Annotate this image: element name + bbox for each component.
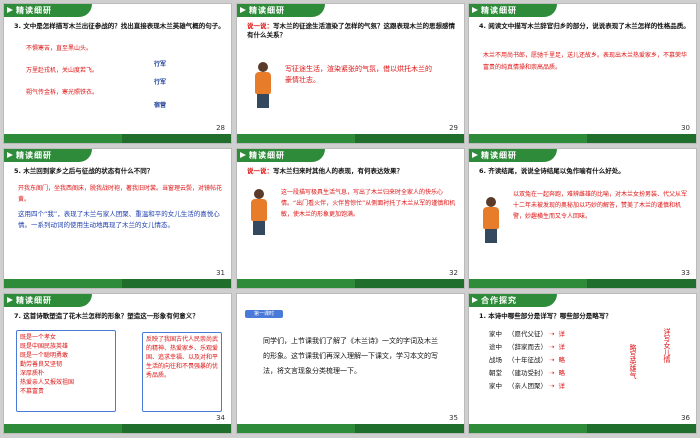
- arrow-result: 详: [558, 343, 566, 351]
- footer-bar: [469, 424, 696, 433]
- table-row: 战场 （十年征战） ⇢ 略: [489, 354, 619, 367]
- slide-33[interactable]: 精读细研 6. 齐读结尾，说说全诗结尾以兔作喻有什么好处。 以双兔在一起奔跑，难…: [468, 148, 697, 289]
- footer-bar: [4, 424, 231, 433]
- row-cell: 家中: [489, 330, 502, 338]
- page-number: 30: [681, 124, 690, 132]
- page-number: 36: [681, 414, 690, 422]
- arrow-result: 略: [558, 356, 566, 364]
- footer-bar: [469, 134, 696, 143]
- table-row: 途中 （辞家而去） ⇢ 详: [489, 341, 619, 354]
- slide-32[interactable]: 精读细研 说一说：写木兰归来时其他人的表现，有何表达效果？ 这一段描写极具生活气…: [236, 148, 465, 289]
- row-cell: （辞家而去）: [508, 343, 547, 351]
- footer-bar: [237, 424, 464, 433]
- teacher-figure: [245, 189, 273, 235]
- side-label: 详写女儿情: [663, 328, 671, 363]
- label-tag: 宿营: [154, 102, 167, 109]
- answer-text: 这一段描写极具生活气息，写出了木兰归来时全家人的快乐心情。“出门看火伴，火伴皆惊…: [281, 189, 456, 218]
- arrow-icon: [240, 7, 246, 13]
- arrow-icon: ⇢: [547, 343, 555, 351]
- arrow-icon: [472, 7, 478, 13]
- page-number: 33: [681, 269, 690, 277]
- slide-36[interactable]: 合作探究 1. 本诗中哪些部分是详写？哪些部分是略写？ 家中 （愿代父征） ⇢ 详途…: [468, 293, 697, 434]
- traits-box: 既是一个孝女 既是中国民族英雄 既是一个聪明勇敢 勤劳善良又坚韧 深厚质朴 热爱…: [16, 330, 116, 412]
- footer-bar: [237, 279, 464, 288]
- slide-28[interactable]: 精读细研 3. 文中是怎样描写木兰出征参战的？找出直接表现木兰英雄气概的句子。 …: [3, 3, 232, 144]
- table-row: 朝堂 （建功受封） ⇢ 略: [489, 367, 619, 380]
- teacher-figure: [249, 62, 277, 108]
- slide-header: 精读细研: [4, 149, 92, 162]
- row-cell: （建功受封）: [508, 369, 547, 377]
- table-row: 家中 （亲人团聚） ⇢ 详: [489, 380, 619, 393]
- question: 5. 木兰回到家乡之后与征战的状态有什么不同？: [14, 167, 154, 175]
- page-number: 32: [449, 269, 458, 277]
- side-label: 略写英雄气: [629, 344, 637, 379]
- arrow-result: 略: [558, 369, 566, 377]
- arrow-result: 详: [558, 382, 566, 390]
- question: 6. 齐读结尾，说说全诗结尾以兔作喻有什么好处。: [479, 167, 625, 175]
- arrow-icon: [7, 152, 13, 158]
- intro-text: 同学们，上节课我们了解了《木兰诗》一文的字词及木兰的形象。这节课我们再深入理解一…: [263, 337, 438, 375]
- row-cell: 家中: [489, 382, 502, 390]
- arrow-icon: ⇢: [547, 382, 555, 390]
- slide-header: 精读细研: [469, 4, 557, 17]
- slide-header: 精读细研: [4, 4, 92, 17]
- label-tag: 行军: [154, 79, 167, 86]
- row-cell: 途中: [489, 343, 502, 351]
- page-number: 28: [216, 124, 225, 132]
- answer-text: 开我东阁门，坐我西阁床，脱我战时袍，著我旧时裳。当窗理云鬓，对镜帖花黄。: [18, 185, 223, 203]
- question: 7. 这首诗歌塑造了花木兰怎样的形象？塑造这一形象有何意义？: [14, 312, 199, 320]
- question: 4. 阅读文中描写木兰辞官归乡的部分，说说表现了木兰怎样的性格品质。: [479, 22, 690, 30]
- row-cell: （十年征战）: [508, 356, 547, 364]
- answer-text: 以双兔在一起奔跑，难辨雌雄的比喻，对木兰女扮男装、代父从军十二年未被发现的奥秘加…: [513, 191, 688, 220]
- footer-bar: [237, 134, 464, 143]
- question: 说一说：写木兰归来时其他人的表现，有何表达效果？: [247, 167, 403, 175]
- slide-29[interactable]: 精读细研 说一说：写木兰的征途生活渲染了怎样的气氛？这跟表现木兰的思想感情有什么…: [236, 3, 465, 144]
- slide-header: 精读细研: [237, 4, 325, 17]
- arrow-icon: [7, 297, 13, 303]
- slide-34[interactable]: 精读细研 7. 这首诗歌塑造了花木兰怎样的形象？塑造这一形象有何意义？ 既是一个…: [3, 293, 232, 434]
- teacher-figure: [477, 197, 505, 243]
- page-number: 29: [449, 124, 458, 132]
- row-cell: （亲人团聚）: [508, 382, 547, 390]
- slide-35[interactable]: 第一课时 同学们，上节课我们了解了《木兰诗》一文的字词及木兰的形象。这节课我们再…: [236, 293, 465, 434]
- row-cell: 朝堂: [489, 369, 502, 377]
- question: 3. 文中是怎样描写木兰出征参战的？找出直接表现木兰英雄气概的句子。: [14, 22, 225, 30]
- slide-30[interactable]: 精读细研 4. 阅读文中描写木兰辞官归乡的部分，说说表现了木兰怎样的性格品质。 …: [468, 3, 697, 144]
- arrow-icon: [7, 7, 13, 13]
- page-number: 35: [449, 414, 458, 422]
- note-text: 这用四个“我”，表现了木兰与家人团聚、重温和平的女儿生活的喜悦心情。一系列动词的…: [18, 210, 220, 229]
- page-number: 34: [216, 414, 225, 422]
- answer-text: 写征途生活，渲染紧张的气氛，借以烘托木兰的豪情壮志。: [285, 65, 432, 84]
- slide-31[interactable]: 精读细研 5. 木兰回到家乡之后与征战的状态有什么不同？ 开我东阁门，坐我西阁床…: [3, 148, 232, 289]
- answer-text: 木兰不用尚书郎，愿驰千里足，送儿还故乡。表现出木兰热爱家乡，不慕荣华富贵的纯真情…: [483, 52, 688, 71]
- quote-line: 朔气传金柝，寒光照铁衣。: [26, 89, 99, 96]
- arrow-icon: [240, 152, 246, 158]
- label-tag: 行军: [154, 61, 167, 68]
- table-row: 家中 （愿代父征） ⇢ 详: [489, 328, 619, 341]
- question: 说一说：写木兰的征途生活渲染了怎样的气氛？这跟表现木兰的思想感情有什么关系？: [247, 22, 455, 39]
- footer-bar: [469, 279, 696, 288]
- slide-header: 合作探究: [469, 294, 557, 307]
- footer-bar: [4, 279, 231, 288]
- footer-bar: [4, 134, 231, 143]
- arrow-result: 详: [558, 330, 566, 338]
- row-cell: 战场: [489, 356, 502, 364]
- meaning-box: 反映了我国古代人民崇尚武的精神、热爱家乡、乐观爱国、追求幸福、以及对和平生活的向…: [142, 332, 222, 412]
- quote-line: 不惧寒苦，直至黑山头。: [26, 45, 93, 52]
- arrow-icon: ⇢: [547, 369, 555, 377]
- page-number: 31: [216, 269, 225, 277]
- arrow-icon: ⇢: [547, 356, 555, 364]
- arrow-icon: [472, 297, 478, 303]
- slide-header: 精读细研: [237, 149, 325, 162]
- arrow-icon: ⇢: [547, 330, 555, 338]
- arrow-icon: [472, 152, 478, 158]
- row-cell: （愿代父征）: [508, 330, 547, 338]
- slide-header: 精读细研: [4, 294, 92, 307]
- lesson-badge: 第一课时: [245, 310, 283, 318]
- detail-rows: 家中 （愿代父征） ⇢ 详途中 （辞家而去） ⇢ 详战场 （十年征战） ⇢ 略朝堂 （建功受封…: [489, 328, 619, 393]
- question: 1. 本诗中哪些部分是详写？哪些部分是略写？: [479, 312, 612, 320]
- slide-header: 精读细研: [469, 149, 557, 162]
